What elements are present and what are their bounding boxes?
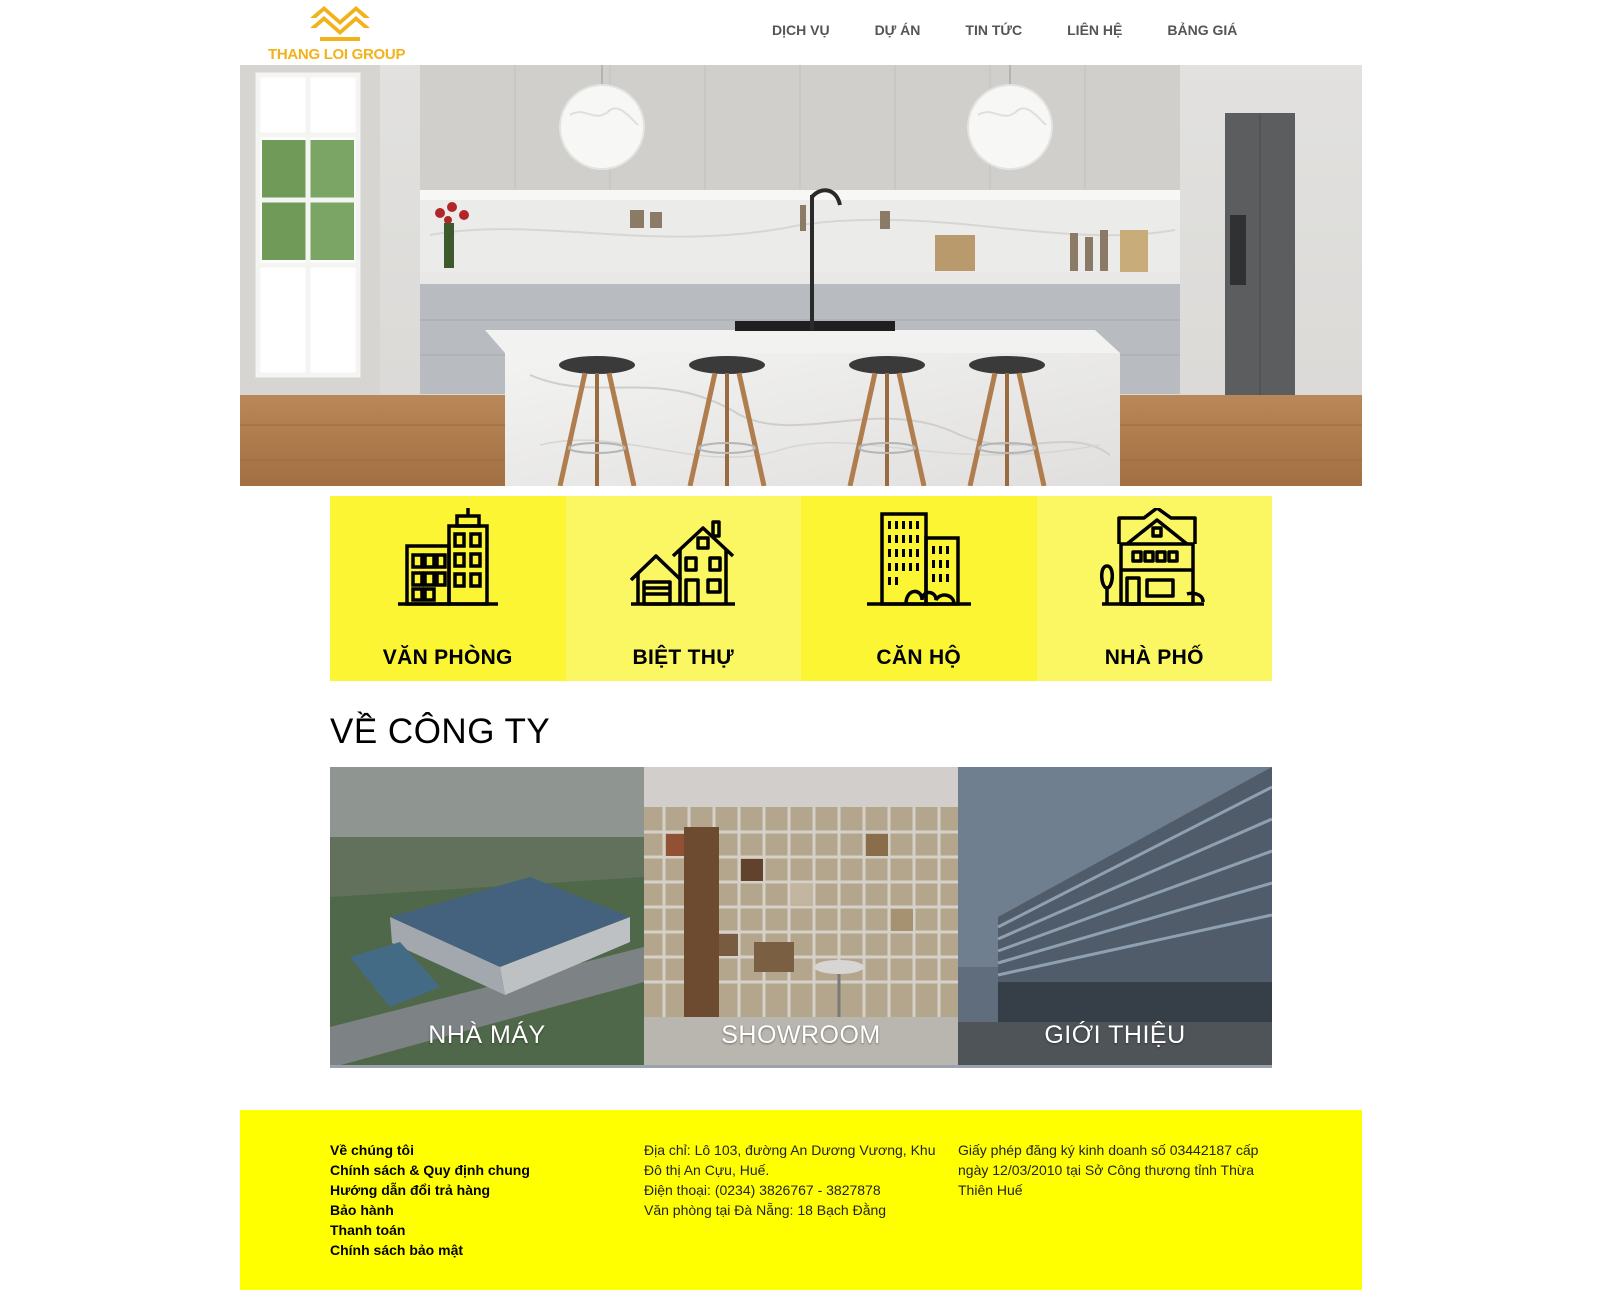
footer-address: Địa chỉ: Lô 103, đường An Dương Vương, K… [644,1142,936,1178]
villa-icon [630,520,736,606]
footer-license: Giấy phép đăng ký kinh doanh số 03442187… [958,1140,1278,1200]
nav-item-tin-tuc[interactable]: TIN TỨC [965,22,1022,38]
kitchen-photo [240,65,1362,486]
footer-office: Văn phòng tại Đà Nẵng: 18 Bạch Đằng [644,1202,887,1218]
logo-text: THANG LOI GROUP [268,46,406,63]
footer-link-bao-hanh[interactable]: Bảo hành [330,1200,530,1220]
hero-banner [240,65,1362,486]
footer-link-chinh-sach-bao-mat[interactable]: Chính sách bảo mật [330,1240,530,1260]
site-footer: Về chúng tôi Chính sách & Quy định chung… [240,1110,1362,1290]
about-card-nha-may[interactable]: NHÀ MÁY [330,767,644,1068]
about-cards: NHÀ MÁY SHOWROOM GIỚI THIỆU [330,767,1272,1068]
footer-contact: Địa chỉ: Lô 103, đường An Dương Vương, K… [644,1140,944,1220]
category-nha-pho[interactable]: NHÀ PHỐ [1036,496,1272,681]
footer-link-chinh-sach-quy-dinh[interactable]: Chính sách & Quy định chung [330,1160,530,1180]
category-can-ho[interactable]: CĂN HỘ [801,496,1037,681]
card-label: NHÀ MÁY [428,1021,546,1049]
card-label: SHOWROOM [721,1021,881,1049]
site-header: THANG LOI GROUP DỊCH VỤ DỰ ÁN TIN TỨC LI… [240,0,1362,65]
footer-link-huong-dan-doi-tra[interactable]: Hướng dẫn đổi trả hàng [330,1180,530,1200]
logo-icon [310,6,370,41]
nav-item-bang-gia[interactable]: BẢNG GIÁ [1167,22,1237,38]
footer-link-thanh-toan[interactable]: Thanh toán [330,1220,530,1240]
category-van-phong[interactable]: VĂN PHÒNG [330,496,566,681]
about-title: VỀ CÔNG TY [330,712,551,751]
category-label: NHÀ PHỐ [1104,646,1204,669]
footer-phone: Điện thoại: (0234) 3826767 - 3827878 [644,1182,881,1198]
footer-license-text: Giấy phép đăng ký kinh doanh số 03442187… [958,1142,1259,1198]
category-label: CĂN HỘ [876,646,962,669]
apartment-icon [866,512,971,606]
card-bottom-bar [644,1065,958,1068]
nav-item-lien-he[interactable]: LIÊN HỆ [1067,22,1122,38]
office-building-icon [397,508,498,606]
card-bottom-bar [330,1065,644,1068]
main-nav: DỊCH VỤ DỰ ÁN TIN TỨC LIÊN HỆ BẢNG GIÁ [772,22,1282,38]
logo[interactable]: THANG LOI GROUP [268,4,418,64]
card-bottom-bar [958,1065,1272,1068]
category-biet-thu[interactable]: BIỆT THỰ [565,496,801,681]
nav-item-du-an[interactable]: DỰ ÁN [875,22,921,38]
about-card-gioi-thieu[interactable]: GIỚI THIỆU [958,767,1272,1068]
card-label: GIỚI THIỆU [1044,1021,1186,1049]
category-tiles: VĂN PHÒNG BIỆT THỰ CĂN HỘ NHÀ PHỐ [330,496,1272,681]
footer-link-ve-chung-toi[interactable]: Về chúng tôi [330,1140,530,1160]
nav-item-dich-vu[interactable]: DỊCH VỤ [772,22,830,38]
page: THANG LOI GROUP DỊCH VỤ DỰ ÁN TIN TỨC LI… [0,0,1600,1300]
category-label: BIỆT THỰ [632,646,734,669]
about-card-showroom[interactable]: SHOWROOM [644,767,958,1068]
townhouse-icon [1100,508,1205,606]
category-label: VĂN PHÒNG [382,646,513,669]
footer-links: Về chúng tôi Chính sách & Quy định chung… [330,1140,530,1260]
